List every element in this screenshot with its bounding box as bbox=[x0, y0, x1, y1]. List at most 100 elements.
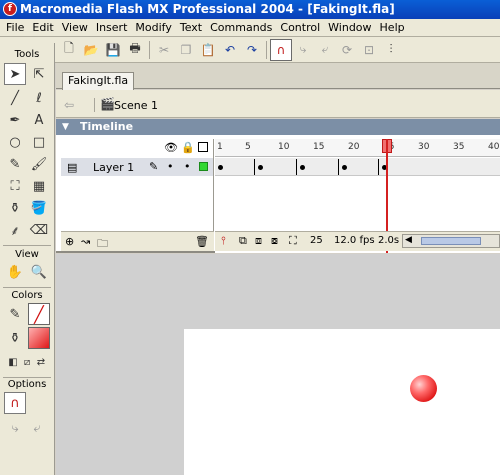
paint-bucket-tool-icon[interactable]: 🪣 bbox=[28, 197, 50, 219]
free-transform-tool-icon[interactable]: ⛶ bbox=[4, 175, 26, 197]
copy-icon[interactable]: ❐ bbox=[175, 39, 197, 61]
line-tool-icon[interactable]: ╱ bbox=[4, 87, 26, 109]
menu-bar: File Edit View Insert Modify Text Comman… bbox=[0, 19, 500, 37]
zoom-tool-icon[interactable]: 🔍 bbox=[28, 261, 50, 283]
layer-type-icon: ▤ bbox=[67, 161, 78, 174]
menu-file[interactable]: File bbox=[2, 21, 28, 34]
center-frame-icon[interactable]: ⫯ bbox=[221, 234, 226, 248]
fill-color-bucket-icon[interactable]: ⚱ bbox=[4, 327, 26, 349]
outline-icon[interactable] bbox=[198, 142, 208, 152]
add-motion-guide-icon[interactable]: ↝ bbox=[81, 235, 90, 248]
print-icon[interactable]: 🖶 bbox=[124, 39, 146, 61]
layer-outline-color[interactable] bbox=[199, 162, 208, 171]
ink-bottle-tool-icon[interactable]: ⚱ bbox=[4, 197, 26, 219]
lasso-tool-icon[interactable]: ℓ bbox=[28, 87, 50, 109]
lock-icon[interactable]: 🔒 bbox=[181, 141, 195, 154]
stroke-color-pencil-icon[interactable]: ✎ bbox=[4, 303, 26, 325]
keyframe-divider bbox=[378, 159, 379, 175]
pencil-tool-icon[interactable]: ✎ bbox=[4, 153, 26, 175]
show-hide-eye-icon[interactable]: 👁 bbox=[164, 141, 178, 154]
cut-icon[interactable]: ✂ bbox=[153, 39, 175, 61]
modify-onion-markers-icon[interactable]: ⛶ bbox=[289, 234, 297, 248]
scale-icon[interactable]: ⊡ bbox=[358, 39, 380, 61]
frame-rate: 12.0 fps bbox=[334, 235, 375, 246]
onion-skin-icon[interactable]: ⧉ bbox=[239, 234, 247, 248]
straighten-icon[interactable]: ⤶ bbox=[314, 39, 336, 61]
option-smooth-icon[interactable]: ⤷ bbox=[4, 417, 26, 439]
pen-tool-icon[interactable]: ✒ bbox=[4, 109, 26, 131]
insert-folder-icon[interactable]: 🗀 bbox=[97, 235, 108, 254]
text-tool-icon[interactable]: A bbox=[28, 109, 50, 131]
keyframe[interactable] bbox=[258, 165, 263, 170]
scene-label[interactable]: Scene 1 bbox=[114, 99, 158, 112]
onion-skin-outlines-icon[interactable]: ⧈ bbox=[255, 234, 262, 248]
ruler-number: 5 bbox=[245, 142, 251, 152]
edit-multiple-frames-icon[interactable]: ⧇ bbox=[271, 234, 278, 248]
keyframe-divider bbox=[338, 159, 339, 175]
timeline-horizontal-scrollbar[interactable]: ◀ bbox=[402, 234, 500, 248]
scroll-left-arrow-icon[interactable]: ◀ bbox=[405, 235, 412, 245]
undo-icon[interactable]: ↶ bbox=[219, 39, 241, 61]
layer-row[interactable]: ▤ Layer 1 ✎ • • bbox=[61, 158, 213, 176]
menu-text[interactable]: Text bbox=[176, 21, 206, 34]
back-arrow-icon[interactable]: ⇦ bbox=[64, 98, 74, 112]
arrow-tool-icon[interactable]: ➤ bbox=[4, 63, 26, 85]
new-document-icon[interactable]: 🗋 bbox=[58, 39, 80, 61]
keyframe[interactable] bbox=[218, 165, 223, 170]
snap-to-objects-icon[interactable]: ∩ bbox=[4, 392, 26, 414]
document-tab-label: FakingIt.fla bbox=[68, 74, 129, 87]
red-ball-graphic[interactable] bbox=[410, 375, 437, 402]
eraser-tool-icon[interactable]: ⌫ bbox=[28, 219, 50, 241]
eyedropper-tool-icon[interactable]: ⸙ bbox=[4, 219, 26, 241]
layer-lock-dot[interactable]: • bbox=[184, 160, 191, 173]
redo-icon[interactable]: ↷ bbox=[241, 39, 263, 61]
timeline-title: Timeline bbox=[80, 120, 134, 133]
ruler-number: 10 bbox=[278, 142, 290, 152]
delete-layer-icon[interactable]: 🗑 bbox=[195, 235, 209, 248]
fill-color-swatch[interactable] bbox=[28, 327, 50, 349]
snap-magnet-icon[interactable]: ∩ bbox=[270, 38, 292, 61]
menu-modify[interactable]: Modify bbox=[131, 21, 175, 34]
stage[interactable] bbox=[184, 329, 500, 475]
hand-tool-icon[interactable]: ✋ bbox=[4, 261, 26, 283]
rotate-icon[interactable]: ⟳ bbox=[336, 39, 358, 61]
menu-insert[interactable]: Insert bbox=[92, 21, 132, 34]
open-folder-icon[interactable]: 📂 bbox=[80, 39, 102, 61]
view-header: View bbox=[15, 249, 39, 260]
menu-commands[interactable]: Commands bbox=[206, 21, 276, 34]
timeline-ruler[interactable]: 1 5 10 15 20 25 30 35 40 bbox=[215, 139, 500, 157]
scene-clapper-icon: 🎬 bbox=[100, 97, 115, 111]
oval-tool-icon[interactable]: ○ bbox=[4, 131, 26, 153]
rectangle-tool-icon[interactable]: □ bbox=[28, 131, 50, 153]
flash-app-icon[interactable]: f bbox=[3, 2, 17, 16]
keyframe-divider bbox=[296, 159, 297, 175]
document-tab[interactable]: FakingIt.fla bbox=[62, 72, 134, 90]
menu-window[interactable]: Window bbox=[324, 21, 375, 34]
timeline-header[interactable]: ▼ Timeline bbox=[56, 119, 500, 135]
collapse-triangle-icon[interactable]: ▼ bbox=[62, 119, 69, 135]
ruler-number: 30 bbox=[418, 142, 430, 152]
paste-icon[interactable]: 📋 bbox=[197, 39, 219, 61]
subselect-tool-icon[interactable]: ⇱ bbox=[28, 63, 50, 85]
keyframe[interactable] bbox=[342, 165, 347, 170]
align-icon[interactable]: ⫶ bbox=[380, 39, 402, 61]
save-icon[interactable]: 💾 bbox=[102, 39, 124, 61]
smooth-icon[interactable]: ⤷ bbox=[292, 39, 314, 61]
option-straighten-icon[interactable]: ⤶ bbox=[26, 417, 48, 439]
fill-transform-tool-icon[interactable]: ▦ bbox=[28, 175, 50, 197]
layer-name[interactable]: Layer 1 bbox=[93, 161, 134, 174]
layer-visible-dot[interactable]: • bbox=[167, 160, 174, 173]
insert-layer-icon[interactable]: ⊕ bbox=[65, 235, 74, 248]
menu-control[interactable]: Control bbox=[276, 21, 324, 34]
brush-tool-icon[interactable]: 🖌 bbox=[28, 153, 50, 175]
menu-view[interactable]: View bbox=[58, 21, 92, 34]
menu-help[interactable]: Help bbox=[376, 21, 409, 34]
menu-edit[interactable]: Edit bbox=[28, 21, 57, 34]
scroll-thumb[interactable] bbox=[421, 237, 481, 245]
stroke-color-swatch[interactable]: ╱ bbox=[28, 303, 50, 325]
swap-colors-icon[interactable]: ⇄ bbox=[30, 351, 52, 373]
ruler-number: 35 bbox=[453, 142, 465, 152]
keyframe[interactable] bbox=[300, 165, 305, 170]
scene-bar: ⇦ 🎬 Scene 1 bbox=[56, 90, 500, 118]
layer-controls-bar: ⊕ ↝ 🗀 🗑 bbox=[61, 231, 214, 251]
